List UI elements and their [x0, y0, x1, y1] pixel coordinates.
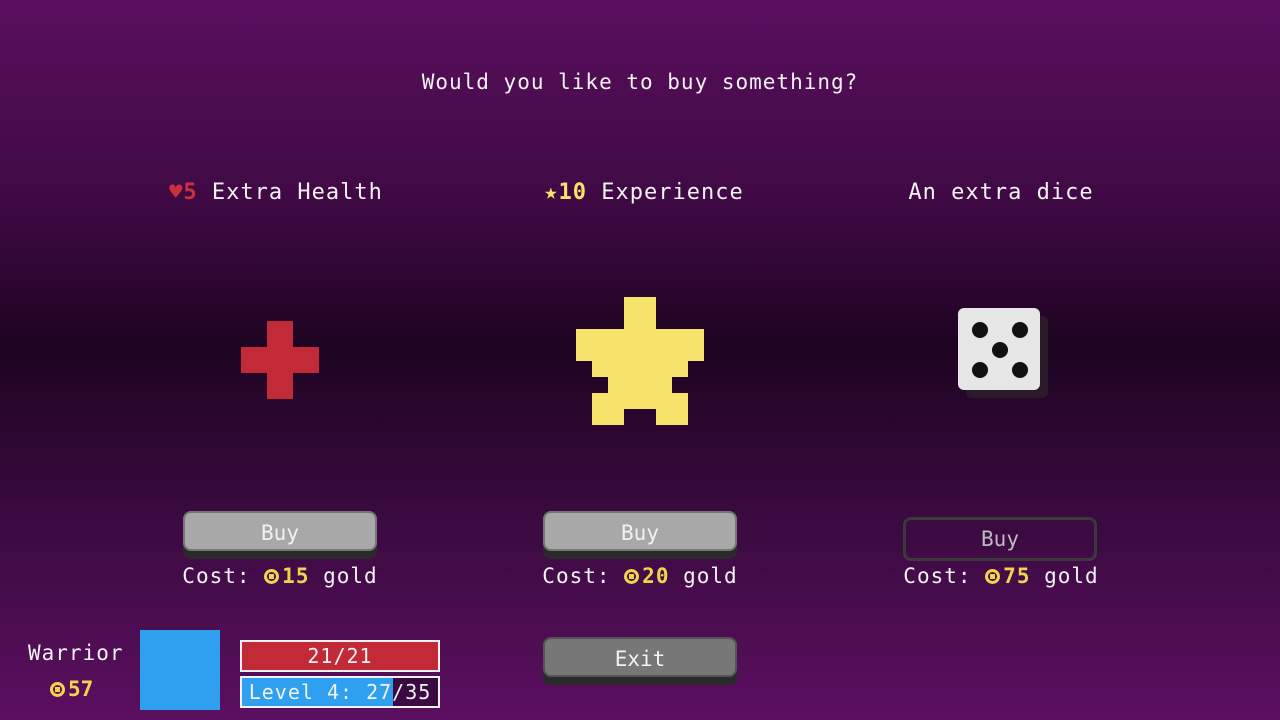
player-portrait — [140, 630, 220, 710]
experience-bar: Level 4: 27/35 — [240, 676, 440, 708]
cost-value: 20 — [642, 564, 670, 588]
star-icon: ★ — [544, 180, 559, 205]
item-title-health: ♥5 Extra Health — [96, 180, 456, 205]
coin-icon — [50, 682, 65, 697]
shop-prompt: Would you like to buy something? — [421, 70, 859, 94]
health-bar: 21/21 — [240, 640, 440, 672]
buy-experience-button[interactable]: Buy — [543, 511, 737, 551]
cost-dice: Cost: 75 gold — [821, 564, 1181, 588]
heart-icon: ♥ — [169, 180, 184, 205]
dice-label: An extra dice — [908, 180, 1094, 205]
yellow-star-icon — [576, 297, 704, 425]
experience-bar-text: Level 4: 27/35 — [248, 680, 432, 704]
player-gold-value: 57 — [68, 677, 94, 701]
cost-prefix: Cost: — [903, 564, 972, 588]
cost-suffix: gold — [323, 564, 378, 588]
coin-icon — [985, 569, 1001, 584]
player-gold: 57 — [50, 677, 93, 701]
exit-button[interactable]: Exit — [543, 637, 737, 677]
experience-amount: 10 — [558, 180, 588, 205]
cost-health: Cost: 15 gold — [100, 564, 460, 588]
coin-icon — [264, 569, 280, 584]
item-title-experience: ★10 Experience — [464, 180, 824, 205]
health-bar-text: 21/21 — [307, 644, 373, 668]
dice-icon — [958, 308, 1048, 398]
experience-label: Experience — [601, 180, 744, 205]
cost-prefix: Cost: — [542, 564, 611, 588]
health-label: Extra Health — [211, 180, 383, 205]
cost-prefix: Cost: — [182, 564, 251, 588]
buy-dice-button[interactable]: Buy — [903, 517, 1097, 561]
cost-suffix: gold — [1044, 564, 1099, 588]
cost-experience: Cost: 20 gold — [460, 564, 820, 588]
health-amount: 5 — [183, 180, 198, 205]
item-title-dice: An extra dice — [821, 180, 1181, 205]
cost-value: 75 — [1003, 564, 1031, 588]
buy-health-button[interactable]: Buy — [183, 511, 377, 551]
red-cross-icon — [241, 321, 319, 399]
player-name: Warrior — [28, 641, 124, 665]
cost-value: 15 — [282, 564, 310, 588]
cost-suffix: gold — [683, 564, 738, 588]
coin-icon — [624, 569, 640, 584]
